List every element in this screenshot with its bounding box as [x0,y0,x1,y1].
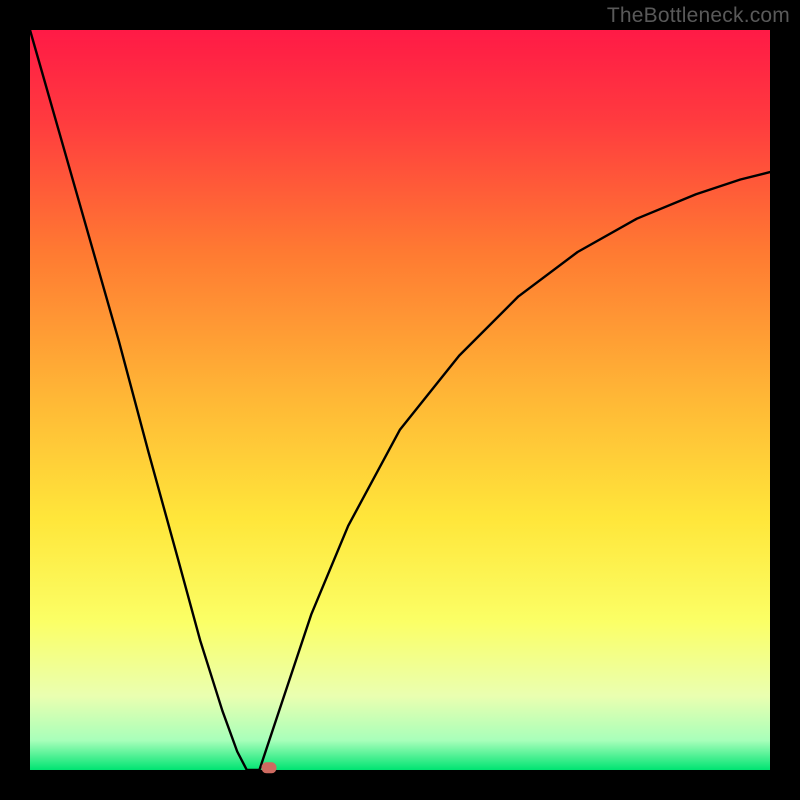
chart-svg [0,0,800,800]
plot-background [30,30,770,770]
chart-frame: TheBottleneck.com [0,0,800,800]
watermark-text: TheBottleneck.com [607,4,790,28]
bottleneck-marker [262,762,277,773]
